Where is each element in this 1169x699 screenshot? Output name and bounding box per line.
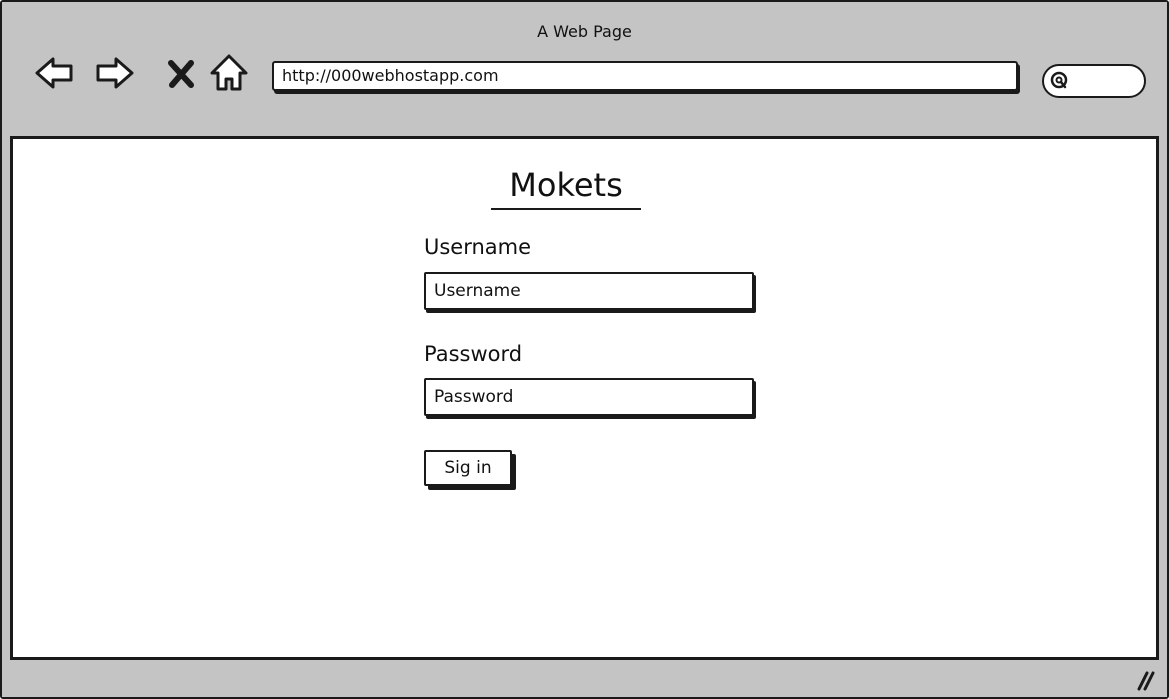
password-input[interactable]: Password xyxy=(424,378,754,416)
username-label: Username xyxy=(424,235,532,259)
search-icon xyxy=(1050,71,1070,91)
status-bar xyxy=(2,660,1167,697)
username-input[interactable]: Username xyxy=(424,272,754,310)
resize-grip-icon[interactable] xyxy=(1133,669,1155,691)
page-viewport: Mokets Username Username Password Passwo… xyxy=(10,136,1159,660)
window-title: A Web Page xyxy=(537,22,632,41)
home-icon[interactable] xyxy=(209,53,249,93)
stop-close-icon[interactable] xyxy=(166,53,196,93)
back-arrow-icon[interactable] xyxy=(34,53,74,93)
page-title: Mokets xyxy=(491,166,641,210)
forward-arrow-icon[interactable] xyxy=(95,53,135,93)
search-box[interactable] xyxy=(1042,64,1146,98)
browser-toolbar: A Web Page http://000webhostapp.com xyxy=(2,2,1167,132)
sign-in-button[interactable]: Sig in xyxy=(424,450,512,486)
password-label: Password xyxy=(424,342,523,366)
browser-window: A Web Page http://000webhostapp.com Moke… xyxy=(0,0,1169,699)
address-bar[interactable]: http://000webhostapp.com xyxy=(272,61,1018,91)
